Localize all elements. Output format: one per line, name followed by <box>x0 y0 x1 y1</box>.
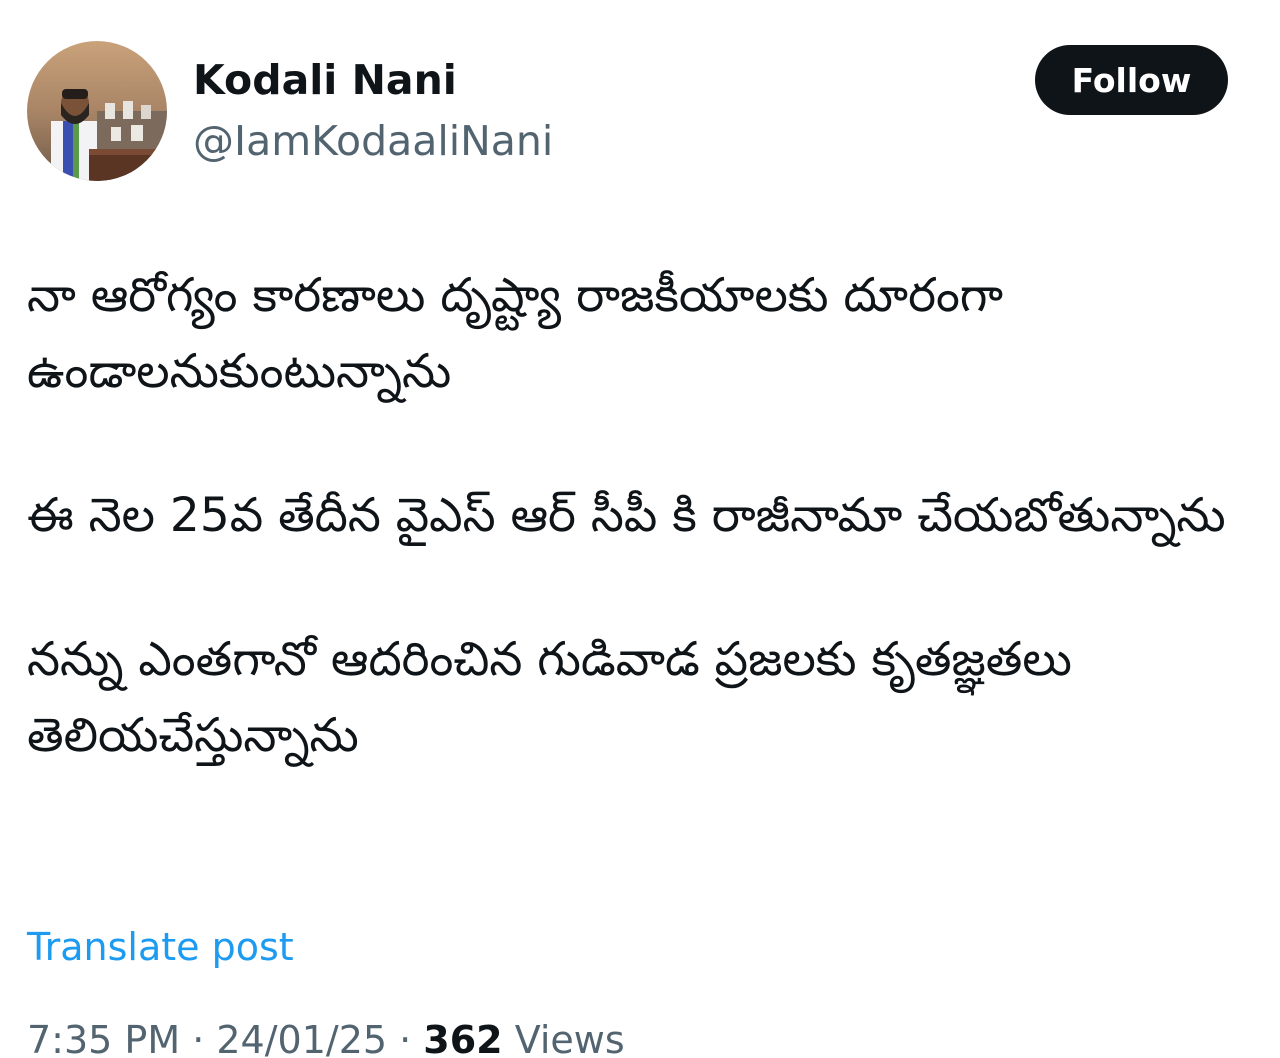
avatar-photo-icon <box>27 41 167 181</box>
tweet-paragraph: నన్ను ఎంతగానో ఆదరించిన గుడివాడ ప్రజలకు క… <box>27 632 1072 763</box>
tweet-paragraph: నా ఆరోగ్యం కారణాలు దృష్ట్యా రాజకీయాలకు ద… <box>27 268 1004 399</box>
author-block: Kodali Nani @IamKodaaliNani <box>193 54 553 166</box>
tweet-card: Kodali Nani @IamKodaaliNani Follow నా ఆర… <box>0 0 1280 1058</box>
views-label: Views <box>502 1018 625 1058</box>
follow-button[interactable]: Follow <box>1035 45 1228 115</box>
tweet-text: నా ఆరోగ్యం కారణాలు దృష్ట్యా రాజకీయాలకు ద… <box>27 258 1257 842</box>
meta-separator: · <box>180 1018 217 1058</box>
translate-post-link[interactable]: Translate post <box>27 922 294 972</box>
tweet-metadata: 7:35 PM · 24/01/25 · 362 Views <box>27 1014 625 1058</box>
tweet-paragraph: ఈ నెల 25వ తేదీన వైఎస్ ఆర్ సీపీ కి రాజీనా… <box>27 488 1226 543</box>
meta-separator: · <box>387 1018 424 1058</box>
avatar[interactable] <box>27 41 167 181</box>
views-count: 362 <box>423 1018 503 1058</box>
author-name[interactable]: Kodali Nani <box>193 54 553 106</box>
author-handle[interactable]: @IamKodaaliNani <box>193 116 553 166</box>
tweet-time[interactable]: 7:35 PM <box>27 1018 180 1058</box>
tweet-date[interactable]: 24/01/25 <box>216 1018 387 1058</box>
